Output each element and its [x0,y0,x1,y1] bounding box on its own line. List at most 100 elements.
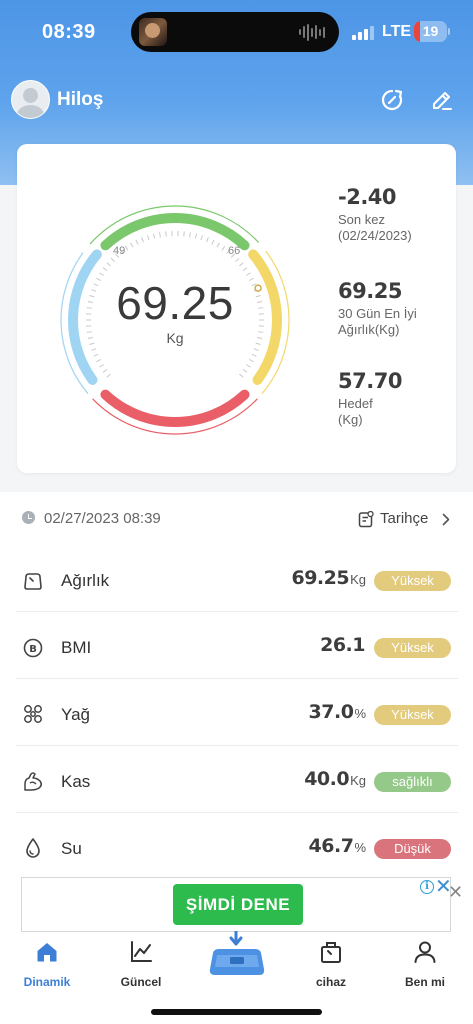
tab-guncel[interactable]: Güncel [94,940,188,994]
gauge-tick [221,245,226,251]
metric-row-bmi[interactable]: B BMI 26.1 Yüksek [16,612,458,679]
metric-value: 26.1 [320,634,366,656]
gauge-tick [124,245,129,251]
ad-dismiss-icon[interactable]: ✕ [448,883,463,901]
metric-name: Kas [61,772,91,791]
gauge-tick [183,231,185,237]
gauge-tick [206,237,209,243]
metric-number: 26.1 [320,634,365,656]
stat-label-line: 30 Gün En İyi [338,306,417,321]
avatar[interactable] [11,80,50,119]
gauge-tick [99,364,105,368]
metric-value: 37.0% [309,701,366,723]
current-weight-unit: Kg [166,330,184,346]
tab-label: cihaz [315,975,346,989]
tab-ben-mi[interactable]: Ben mi [378,940,472,994]
metric-row-fat[interactable]: Yağ 37.0% Yüksek [16,679,458,746]
gauge-tick [211,239,215,245]
signal-icon [352,26,374,40]
tab-cihaz[interactable]: cihaz [284,940,378,994]
gauge-tick [194,233,198,239]
metric-unit: Kg [350,572,366,587]
gauge-tick [251,353,257,357]
tab-dinamik[interactable]: Dinamik [0,940,94,994]
gauge-tick [96,358,102,363]
gauge-tick [152,233,156,239]
metric-name: Ağırlık [61,571,110,590]
stat-best-30-days: 69.25 30 Gün En İyi Ağırlık(Kg) [338,279,417,338]
metric-number: 37.0 [308,701,354,723]
ad-banner[interactable]: ŞİMDİ DENE i ✕ [21,877,452,932]
gauge-tick [106,373,111,378]
gauge-tick [239,262,244,267]
metric-row-weight[interactable]: Ağırlık 69.25Kg Yüksek [16,545,458,612]
current-weight: 69.25 [116,277,234,329]
gauge-tick [248,358,254,363]
ad-cta-button[interactable]: ŞİMDİ DENE [173,884,303,925]
metric-unit: % [354,706,366,721]
gauge-tick [93,353,99,357]
gauge-tick [200,235,203,241]
measurement-date-row: 02/27/2023 08:39 Tarihçe [0,505,473,531]
refresh-icon[interactable] [380,88,404,112]
stat-label-line: (Kg) [338,412,363,427]
gauge-tick [130,242,134,248]
weight-summary-card: 49 66 69.25 Kg -2.40 Son kez (02/24/2023… [17,144,456,473]
now-playing-thumbnail [139,18,167,46]
stat-label-line: Ağırlık(Kg) [338,322,400,337]
tab-label: Dinamik [23,975,71,989]
metric-row-muscle[interactable]: Kas 40.0Kg sağlıklı [16,746,458,813]
metric-number: 40.0 [304,768,350,790]
status-badge: Yüksek [374,705,451,725]
gauge-tick [239,373,244,378]
username[interactable]: Hiloş [57,89,103,111]
stat-label: Hedef (Kg) [338,396,402,428]
tab-label: Güncel [120,975,162,989]
water-icon [26,838,40,858]
edit-icon[interactable] [430,88,454,112]
gauge-tick [216,242,220,248]
battery-cap [448,28,450,35]
dynamic-island [131,12,339,52]
clock-icon [22,511,35,524]
history-link[interactable]: Tarihçe [358,507,458,531]
gauge-tick [242,267,248,272]
stat-value: 57.70 [338,369,402,393]
status-badge: Yüksek [374,571,451,591]
metric-number: 69.25 [291,567,350,589]
gauge-tick [102,267,108,272]
status-badge: sağlıklı [374,772,451,792]
muscle-icon [24,772,43,791]
gauge-tick [110,257,115,263]
metric-row-water[interactable]: Su 46.7% Düşük [16,813,458,880]
status-badge: Düşük [374,839,451,859]
chevron-right-icon [442,513,450,526]
gauge-tick [159,232,161,238]
status-time: 08:39 [42,21,96,43]
weight-icon [24,573,42,590]
gauge-tick [165,231,167,237]
stat-value: -2.40 [338,185,397,209]
stat-label: Son kez (02/24/2023) [338,212,412,244]
stat-last-change: -2.40 Son kez (02/24/2023) [338,185,412,244]
metric-value: 69.25Kg [291,567,366,589]
gauge-tick [245,364,251,368]
history-icon [358,511,374,528]
gauge-label-low: 49 [113,245,126,257]
metric-name: Su [61,839,82,858]
audio-wave-icon [299,23,325,41]
status-bar: 08:39 LTE 19 [0,0,473,62]
ad-info-icon[interactable]: i [420,880,434,894]
gauge-tick [135,239,139,245]
home-indicator [151,1009,322,1015]
stat-label: 30 Gün En İyi Ağırlık(Kg) [338,306,417,338]
tab-scale[interactable] [207,929,267,981]
metric-number: 46.7 [308,835,354,857]
network-type: LTE [382,23,412,40]
metric-name: Yağ [61,705,90,724]
battery-icon: 19 [414,21,447,42]
gauge-tick [141,237,144,243]
gauge-tick [91,348,97,351]
scale-icon [209,929,265,975]
stat-target: 57.70 Hedef (Kg) [338,369,402,428]
